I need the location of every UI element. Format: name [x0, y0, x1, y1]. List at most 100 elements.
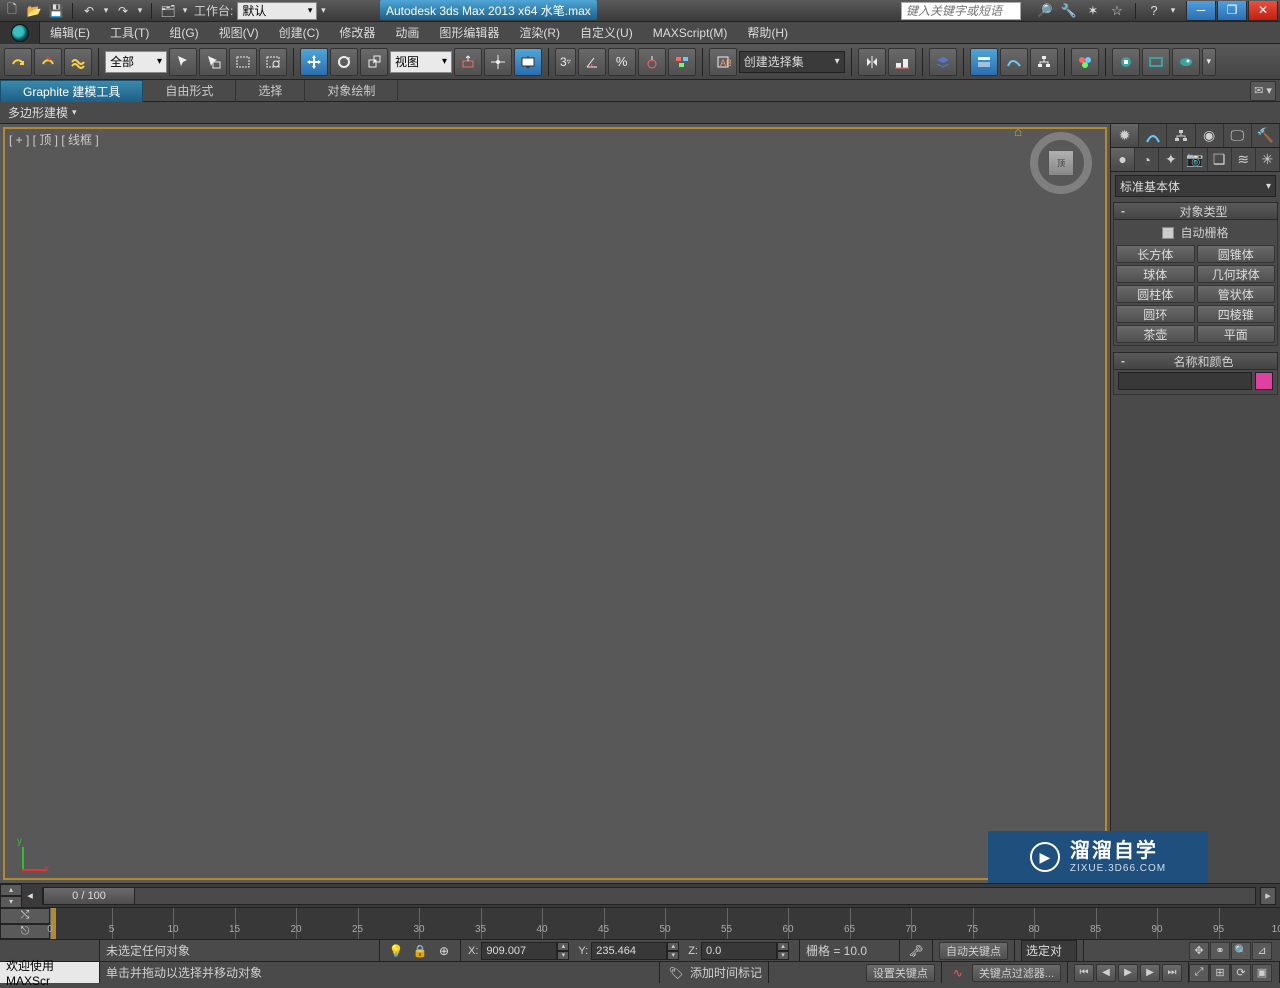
slider-prev-icon[interactable]: ◂	[22, 887, 38, 905]
abs-rel-icon[interactable]: ⊕	[434, 942, 454, 960]
help-dd-icon[interactable]: ▾	[1168, 2, 1178, 20]
time-tag-icon[interactable]: 🏷	[666, 964, 686, 982]
window-close[interactable]: ✕	[1248, 1, 1278, 21]
nav-walk-icon[interactable]: ⚭	[1210, 942, 1230, 960]
viewport-label[interactable]: [ + ] [ 顶 ] [ 线框 ]	[9, 131, 99, 148]
keyfilters-button[interactable]: 关键点过滤器...	[972, 964, 1061, 982]
nav-zoom-icon[interactable]: 🔍	[1231, 942, 1251, 960]
undo-dd-icon[interactable]: ▾	[101, 2, 111, 20]
window-minimize[interactable]: ─	[1186, 1, 1216, 21]
lock-icon[interactable]: 🔒	[410, 942, 430, 960]
goto-start-icon[interactable]: ⏮	[1074, 964, 1094, 982]
subtab-spacewarps-icon[interactable]: ≋	[1232, 148, 1256, 171]
time-slider-down-icon[interactable]: ▾	[0, 896, 22, 908]
keymode-dropdown[interactable]: 选定对	[1021, 940, 1077, 962]
subtab-lights-icon[interactable]: ✦	[1159, 148, 1183, 171]
menu-maxscript[interactable]: MAXScript(M)	[643, 22, 738, 44]
material-editor-icon[interactable]	[1071, 48, 1099, 76]
tab-freeform[interactable]: 自由形式	[143, 80, 236, 102]
window-crossing-icon[interactable]	[259, 48, 287, 76]
selection-filter-dropdown[interactable]: 全部▾	[105, 51, 167, 73]
tab-paint[interactable]: 对象绘制	[305, 80, 398, 102]
help-icon[interactable]: ?	[1144, 2, 1164, 20]
bind-spacewarp-icon[interactable]	[64, 48, 92, 76]
subtab-geometry-icon[interactable]: ●	[1111, 148, 1135, 171]
menu-group[interactable]: 组(G)	[159, 22, 208, 44]
menu-create[interactable]: 创建(C)	[269, 22, 330, 44]
named-selection-dropdown[interactable]: 创建选择集▾	[739, 51, 845, 73]
next-frame-icon[interactable]: ▶	[1140, 964, 1160, 982]
project-icon[interactable]: 🗂	[158, 2, 178, 20]
workspace-more-icon[interactable]: ▾	[317, 2, 329, 20]
select-rotate-icon[interactable]	[330, 48, 358, 76]
btn-geosphere[interactable]: 几何球体	[1197, 265, 1276, 283]
isolate-icon[interactable]: 🗝	[906, 942, 926, 960]
ribbon-panel-header[interactable]: 多边形建模 ▾	[0, 102, 1280, 124]
tab-graphite[interactable]: Graphite 建模工具	[0, 80, 143, 102]
object-color-swatch[interactable]	[1255, 372, 1273, 390]
tab-modify-icon[interactable]	[1139, 124, 1167, 147]
project-dd-icon[interactable]: ▾	[180, 2, 190, 20]
render-frame-icon[interactable]	[1142, 48, 1170, 76]
track-ruler[interactable]: 0510152025303540455055606570758085909510…	[50, 908, 1280, 939]
object-name-input[interactable]	[1118, 372, 1252, 390]
tab-display-icon[interactable]: 🖵	[1224, 124, 1252, 147]
infocenter-search[interactable]	[901, 2, 1021, 20]
subtab-helpers-icon[interactable]: ❑	[1208, 148, 1232, 171]
render-dd-icon[interactable]: ▾	[1202, 48, 1216, 76]
add-time-tag-label[interactable]: 添加时间标记	[690, 964, 762, 981]
app-menu-button[interactable]	[0, 22, 40, 44]
rectangular-region-icon[interactable]	[229, 48, 257, 76]
selection-lock-icon[interactable]: 💡	[386, 942, 406, 960]
percent-snap-icon[interactable]: %	[608, 48, 636, 76]
btn-teapot[interactable]: 茶壶	[1116, 325, 1195, 343]
goto-end-icon[interactable]: ⏭	[1162, 964, 1182, 982]
time-slider-up-icon[interactable]: ▴	[0, 884, 22, 896]
btn-cylinder[interactable]: 圆柱体	[1116, 285, 1195, 303]
btn-sphere[interactable]: 球体	[1116, 265, 1195, 283]
render-production-icon[interactable]	[1172, 48, 1200, 76]
tab-motion-icon[interactable]: ◉	[1196, 124, 1224, 147]
slider-next-icon[interactable]: ▸	[1260, 887, 1276, 905]
window-restore[interactable]: ❐	[1217, 1, 1247, 21]
select-move-icon[interactable]	[300, 48, 328, 76]
btn-cone[interactable]: 圆锥体	[1197, 245, 1276, 263]
keyboard-shortcut-icon[interactable]	[514, 48, 542, 76]
select-object-icon[interactable]	[169, 48, 197, 76]
menu-render[interactable]: 渲染(R)	[509, 22, 570, 44]
open-icon[interactable]: 📂	[24, 2, 44, 20]
align-icon[interactable]	[888, 48, 916, 76]
subtab-cameras-icon[interactable]: 📷	[1183, 148, 1207, 171]
new-icon[interactable]: 🗋	[2, 2, 22, 20]
autogrid-checkbox[interactable]: 自动栅格	[1116, 222, 1275, 243]
track-open-icon[interactable]: ⎋	[0, 924, 50, 940]
geometry-category-dropdown[interactable]: 标准基本体▾	[1115, 175, 1276, 197]
btn-torus[interactable]: 圆环	[1116, 305, 1195, 323]
undo-icon[interactable]: ↶	[79, 2, 99, 20]
setkey-button[interactable]: 设置关键点	[866, 964, 935, 982]
nav-zoom-all-icon[interactable]: ⊞	[1210, 964, 1230, 982]
btn-plane[interactable]: 平面	[1197, 325, 1276, 343]
graphite-toggle-icon[interactable]	[970, 48, 998, 76]
time-slider-track[interactable]: 0 / 100	[42, 887, 1256, 905]
ref-coord-dropdown[interactable]: 视图▾	[390, 51, 452, 73]
named-set-create-icon[interactable]: ABC	[709, 48, 737, 76]
workspace-dropdown[interactable]: 默认 ▾	[237, 2, 317, 20]
subtab-shapes-icon[interactable]: ◔	[1135, 148, 1159, 171]
mirror-icon[interactable]	[858, 48, 886, 76]
btn-pyramid[interactable]: 四棱锥	[1197, 305, 1276, 323]
play-icon[interactable]: ▶	[1118, 964, 1138, 982]
rollout-object-type[interactable]: - 对象类型	[1113, 202, 1278, 220]
subscription-icon[interactable]: 🔧	[1059, 2, 1079, 20]
viewport[interactable]: [ + ] [ 顶 ] [ 线框 ] ⌂ 顶 y x	[0, 124, 1110, 883]
tab-create-icon[interactable]: ✹	[1111, 124, 1139, 147]
redo-icon[interactable]: ↷	[113, 2, 133, 20]
btn-tube[interactable]: 管状体	[1197, 285, 1276, 303]
autokey-button[interactable]: 自动关键点	[939, 942, 1008, 960]
coord-x-field[interactable]: 909.007	[481, 942, 557, 960]
viewcube-face[interactable]: 顶	[1048, 150, 1074, 176]
rollout-name-color[interactable]: - 名称和颜色	[1113, 352, 1278, 370]
tab-selection[interactable]: 选择	[236, 80, 305, 102]
ribbon-collapse-icon[interactable]: ✉ ▾	[1250, 81, 1276, 101]
redo-dd-icon[interactable]: ▾	[135, 2, 145, 20]
